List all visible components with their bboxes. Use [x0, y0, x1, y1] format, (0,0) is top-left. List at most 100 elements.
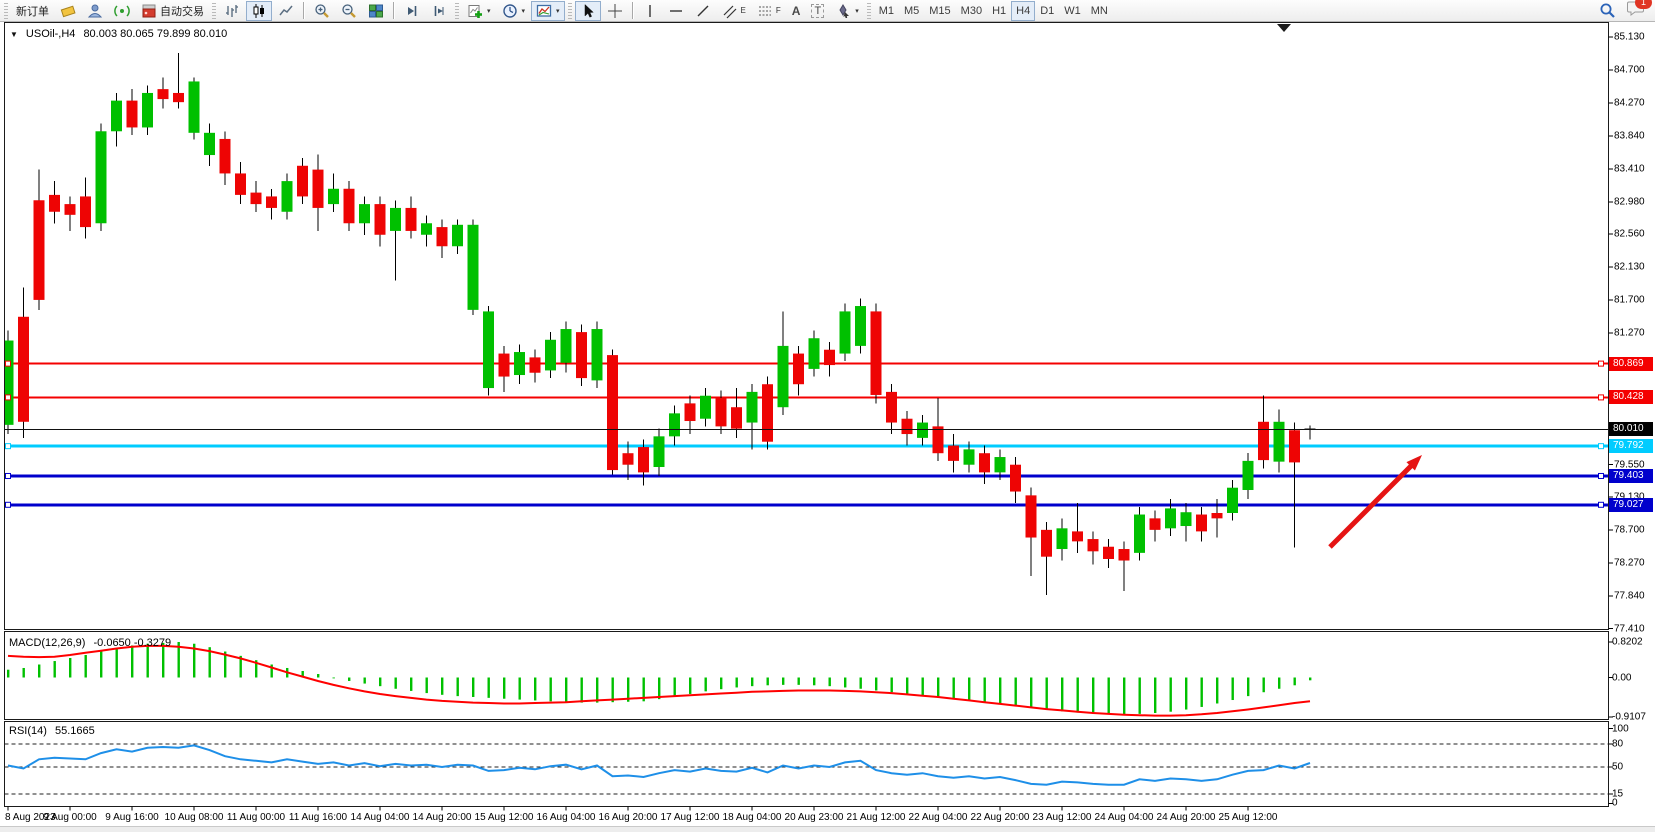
clock-icon [502, 3, 518, 19]
auto-trading-label: 自动交易 [160, 3, 204, 19]
price-axis-tick-label: 84.270 [1614, 97, 1645, 108]
new-chart-icon [467, 3, 483, 19]
price-axis-tick-label: 81.700 [1614, 294, 1645, 305]
new-order-button[interactable]: 新订单 [11, 1, 54, 21]
toolbar-grip [568, 3, 572, 19]
vertical-line-tool-icon[interactable] [638, 1, 662, 21]
price-axis-tick-label: 81.270 [1614, 327, 1645, 338]
new-chart-button[interactable]: ▾ [462, 1, 496, 21]
time-axis-label: 14 Aug 04:00 [351, 812, 410, 823]
rsi-axis-tick-label: 100 [1612, 723, 1629, 734]
price-axis-tick-label: 85.130 [1614, 32, 1645, 43]
macd-name: MACD(12,26,9) [9, 637, 85, 649]
timeframe-group: M1M5M15M30H1H4D1W1MN [874, 1, 1113, 21]
time-axis-label: 9 Aug 16:00 [105, 812, 158, 823]
template-button[interactable]: ▾ [531, 1, 565, 21]
time-axis-label: 20 Aug 23:00 [785, 812, 844, 823]
time-axis-label: 17 Aug 12:00 [661, 812, 720, 823]
fibonacci-tool-letter: F [776, 6, 781, 15]
cursor-icon[interactable] [575, 1, 601, 21]
price-axis-tick-label: 82.130 [1614, 262, 1645, 273]
rsi-name: RSI(14) [9, 725, 47, 737]
trendline-tool-icon[interactable] [690, 1, 716, 21]
chart-template-icon [536, 3, 552, 19]
timeframe-button-H1[interactable]: H1 [987, 1, 1011, 21]
time-axis-label: 22 Aug 20:00 [971, 812, 1030, 823]
timeframe-button-H4[interactable]: H4 [1011, 1, 1035, 21]
line-chart-icon[interactable] [273, 1, 299, 21]
time-axis-label: 10 Aug 08:00 [165, 812, 224, 823]
text-tool-label: A [792, 4, 801, 18]
toolbar-grip [867, 3, 871, 19]
fibonacci-tool-icon[interactable]: F [752, 1, 786, 21]
candlestick-chart-icon[interactable] [246, 1, 272, 21]
time-axis-label: 16 Aug 04:00 [537, 812, 596, 823]
toolbar-right-group: 1 [1594, 0, 1653, 21]
dropdown-arrow-icon: ▾ [556, 7, 560, 15]
auto-trading-button[interactable]: 自动交易 [136, 1, 209, 21]
channel-tool-letter: E [741, 6, 746, 15]
toolbar-grip [4, 3, 8, 19]
timeframe-button-D1[interactable]: D1 [1035, 1, 1059, 21]
timeframe-button-M30[interactable]: M30 [956, 1, 987, 21]
chart-shift-icon[interactable] [426, 1, 452, 21]
text-tool-icon[interactable]: A [787, 1, 806, 21]
price-axis-tick-label: 77.410 [1614, 623, 1645, 634]
rsi-axis-tick-label: 50 [1612, 762, 1623, 773]
search-icon[interactable] [1594, 1, 1621, 21]
symbol-timeframe-text: USOil-,H4 [26, 28, 76, 40]
channel-tool-icon[interactable]: E [717, 1, 751, 21]
scroll-to-end-icon[interactable] [399, 1, 425, 21]
label-tool-label: T [811, 4, 824, 18]
price-axis-tick-label: 83.840 [1614, 130, 1645, 141]
macd-values: -0.0650 -0.3279 [93, 637, 171, 649]
time-axis-label: 16 Aug 20:00 [599, 812, 658, 823]
timeframe-button-M1[interactable]: M1 [874, 1, 899, 21]
zoom-out-icon[interactable] [336, 1, 362, 21]
price-line-badge: 79.403 [1609, 469, 1653, 483]
timeframe-button-W1[interactable]: W1 [1059, 1, 1086, 21]
crosshair-icon[interactable] [602, 1, 628, 21]
price-line-badge: 80.428 [1609, 390, 1653, 404]
signal-icon[interactable] [109, 1, 135, 21]
symbol-dropdown-icon[interactable]: ▼ [10, 30, 18, 39]
time-axis-label: 11 Aug 16:00 [289, 812, 347, 823]
toolbar-separator [632, 2, 634, 19]
notification-badge: 1 [1635, 0, 1652, 9]
time-axis-label: 22 Aug 04:00 [909, 812, 968, 823]
ticket-icon[interactable] [55, 1, 81, 21]
rsi-axis-tick-label: 80 [1612, 738, 1623, 749]
price-axis-tick-label: 78.700 [1614, 524, 1645, 535]
new-order-label: 新订单 [16, 3, 49, 19]
timeframe-button-MN[interactable]: MN [1086, 1, 1113, 21]
contacts-icon[interactable] [82, 1, 108, 21]
time-axis-label: 24 Aug 04:00 [1095, 812, 1154, 823]
price-axis-tick-label: 84.700 [1614, 65, 1645, 76]
chat-button[interactable]: 1 [1627, 0, 1645, 21]
bar-chart-icon[interactable] [219, 1, 245, 21]
chart-area: ▼ USOil-,H4 80.003 80.065 79.899 80.010 … [0, 22, 1655, 832]
toolbar-separator [393, 2, 395, 19]
period-button[interactable]: ▾ [497, 1, 531, 21]
dropdown-arrow-icon: ▾ [855, 7, 859, 15]
chart-canvas[interactable] [0, 22, 1655, 832]
time-axis-label: 21 Aug 12:00 [847, 812, 906, 823]
horizontal-line-tool-icon[interactable] [663, 1, 689, 21]
dropdown-arrow-icon: ▾ [487, 7, 491, 15]
dropdown-arrow-icon: ▾ [522, 7, 526, 15]
toolbar-grip [455, 3, 459, 19]
tile-windows-icon[interactable] [363, 1, 389, 21]
price-axis-tick-label: 78.270 [1614, 557, 1645, 568]
macd-axis-tick-label: 0.00 [1612, 672, 1631, 683]
time-axis-label: 25 Aug 12:00 [1219, 812, 1278, 823]
toolbar-separator [303, 2, 305, 19]
timeframe-button-M15[interactable]: M15 [924, 1, 955, 21]
price-line-badge: 79.792 [1609, 439, 1653, 453]
time-axis-label: 14 Aug 20:00 [413, 812, 472, 823]
zoom-in-icon[interactable] [309, 1, 335, 21]
shapes-tool-icon[interactable]: ▾ [830, 1, 864, 21]
price-axis-tick-label: 83.410 [1614, 163, 1645, 174]
timeframe-button-M5[interactable]: M5 [899, 1, 924, 21]
trading-platform-window: 新订单 自动交易 [0, 0, 1655, 832]
text-label-tool-icon[interactable]: T [806, 1, 829, 21]
